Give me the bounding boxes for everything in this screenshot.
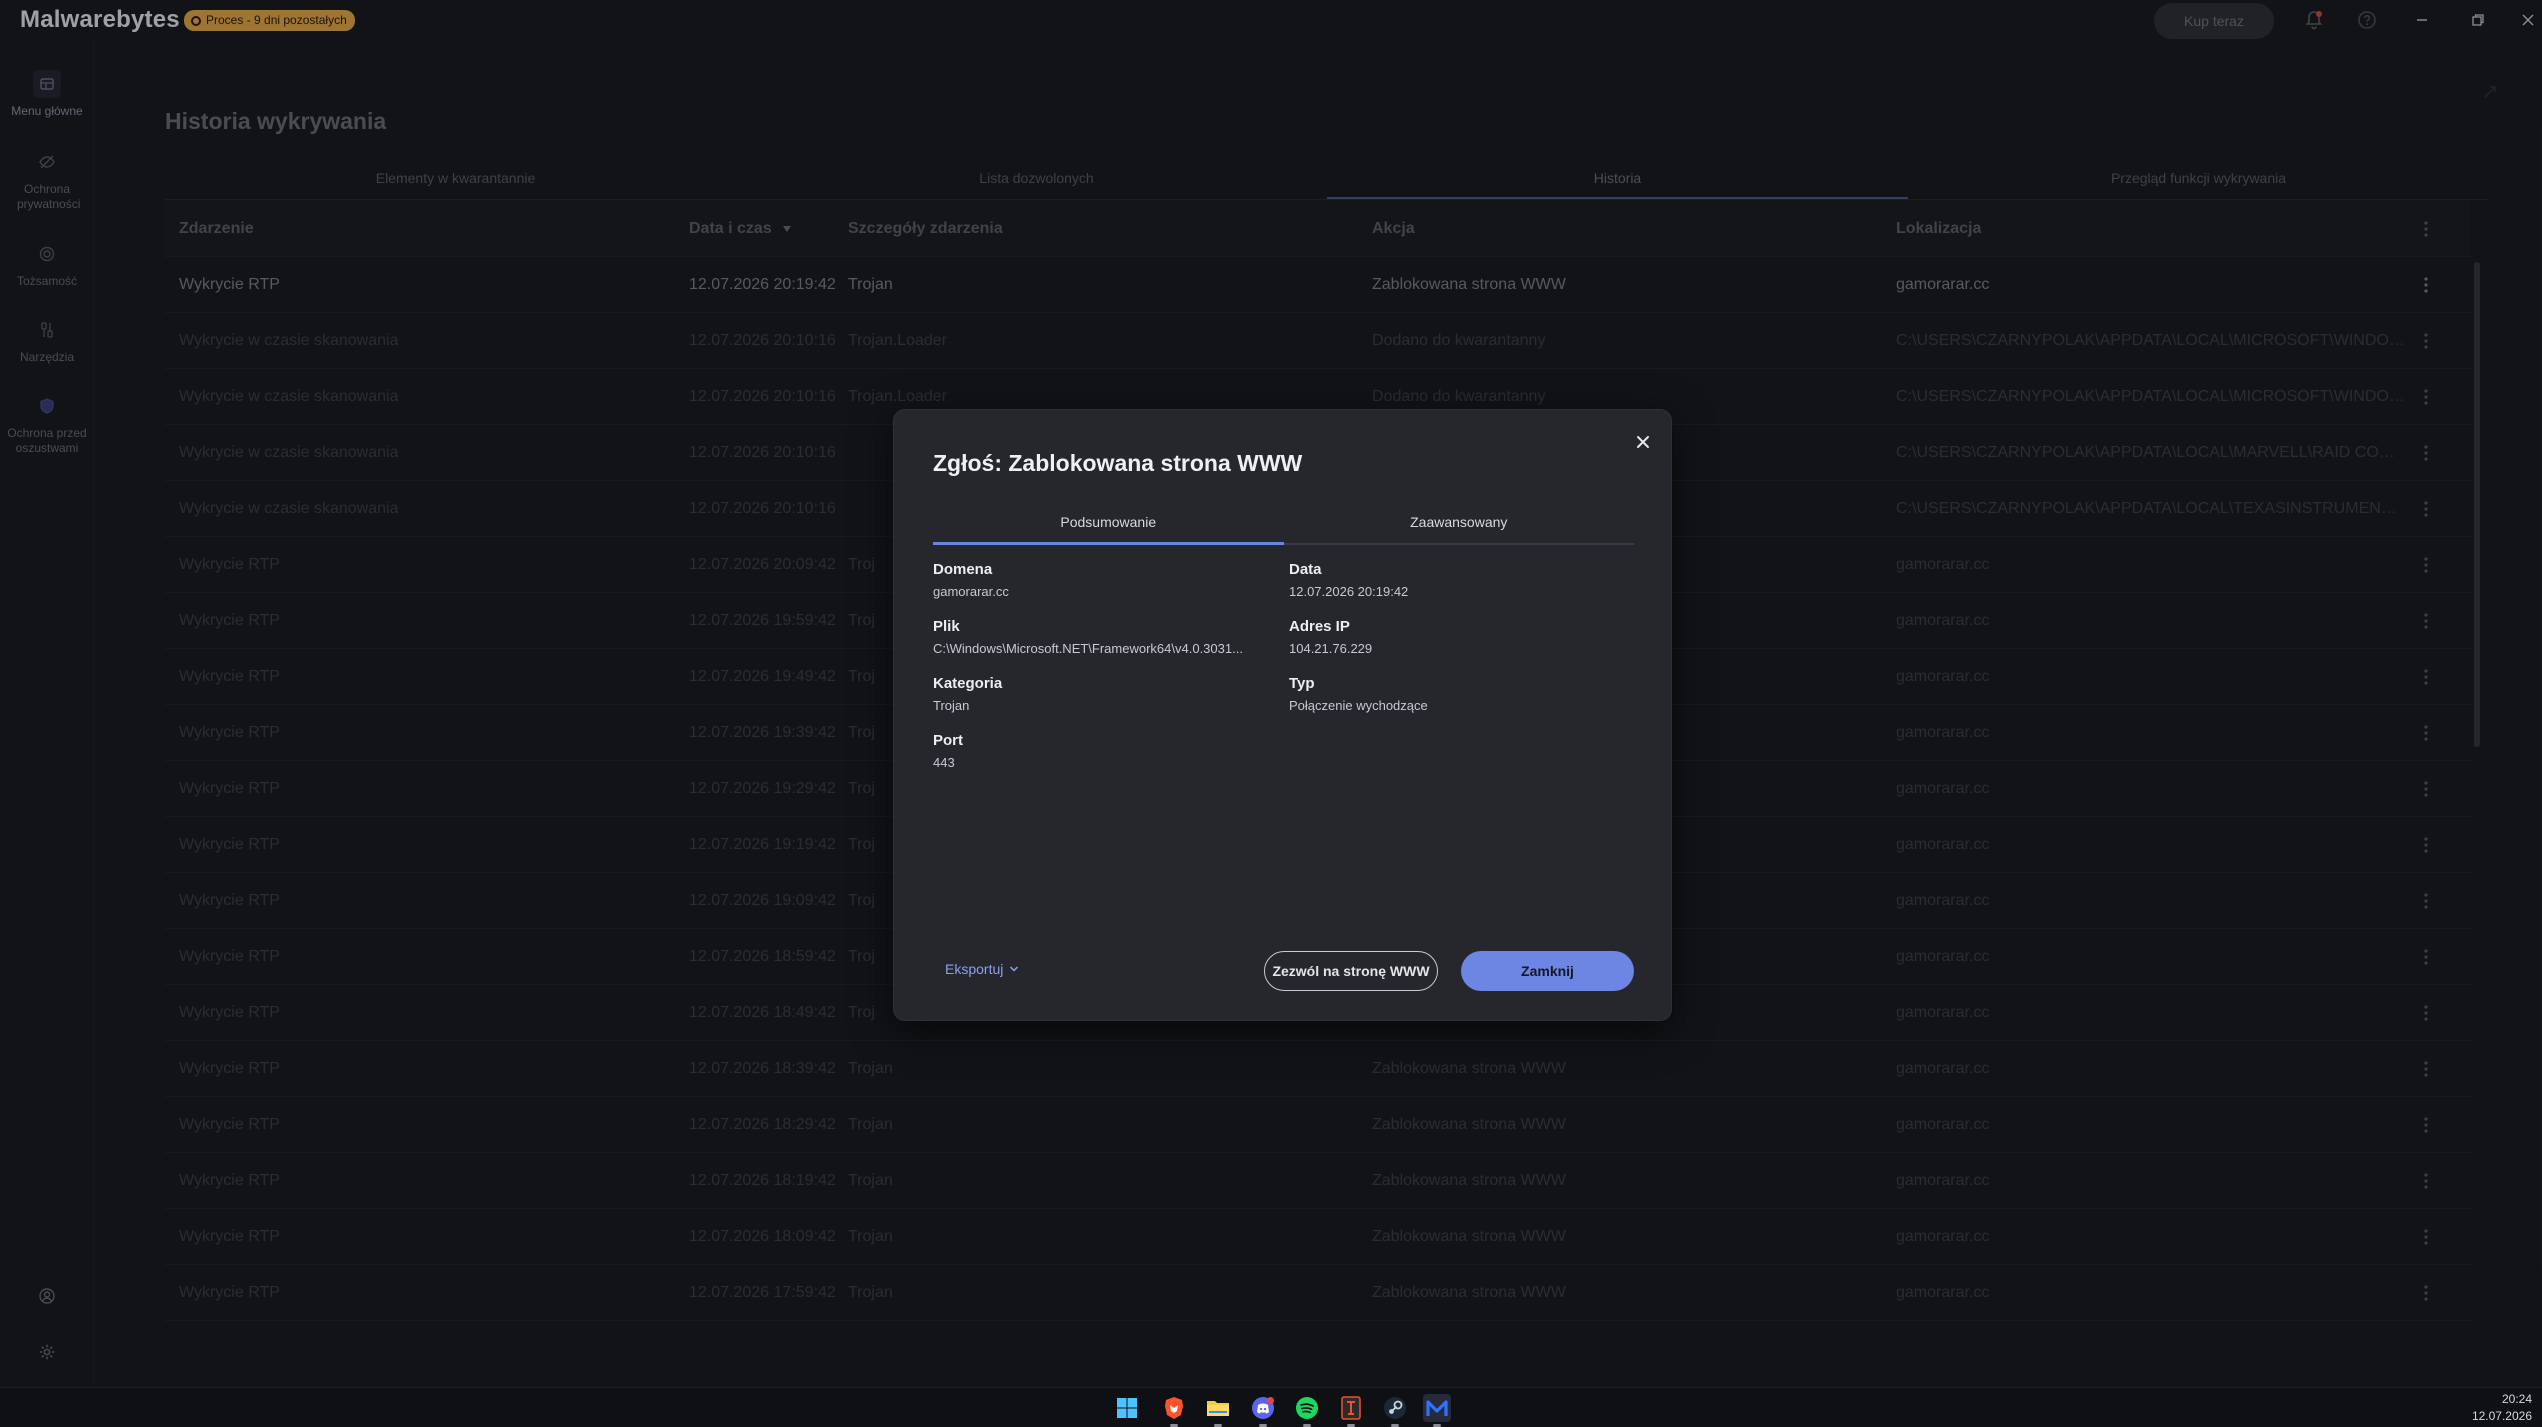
- export-label: Eksportuj: [945, 961, 1004, 977]
- file-field: Plik C:\Windows\Microsoft.NET\Framework6…: [933, 618, 1273, 656]
- clock-time: 20:24: [2501, 1392, 2532, 1406]
- steam-icon[interactable]: [1381, 1394, 1409, 1427]
- brave-browser-icon[interactable]: [1160, 1394, 1188, 1427]
- category-label: Kategoria: [933, 675, 1003, 692]
- discord-icon[interactable]: [1249, 1394, 1277, 1427]
- report-dialog: Zgłoś: Zablokowana strona WWW Podsumowan…: [893, 409, 1672, 1021]
- port-value: 443: [933, 755, 955, 770]
- windows-start-icon[interactable]: [1113, 1394, 1141, 1422]
- domain-label: Domena: [933, 561, 993, 578]
- git-icon[interactable]: [1337, 1394, 1365, 1427]
- malwarebytes-icon[interactable]: [1423, 1394, 1451, 1427]
- date-label: Data: [1289, 561, 1322, 578]
- clock-date: 12.07.2026: [2471, 1409, 2532, 1423]
- dialog-tabs: Podsumowanie Zaawansowany: [933, 504, 1634, 545]
- date-field: Data 12.07.2026 20:19:42: [1289, 561, 1629, 599]
- dialog-title: Zgłoś: Zablokowana strona WWW: [933, 450, 1303, 476]
- tab-summary[interactable]: Podsumowanie: [933, 504, 1284, 545]
- chevron-down-icon: [1010, 966, 1019, 972]
- domain-value: gamorarar.cc: [933, 584, 1009, 599]
- file-explorer-icon[interactable]: [1204, 1394, 1232, 1427]
- spotify-icon[interactable]: [1293, 1394, 1321, 1427]
- category-field: Kategoria Trojan: [933, 675, 1273, 713]
- file-value: C:\Windows\Microsoft.NET\Framework64\v4.…: [933, 641, 1243, 656]
- type-field: Typ Połączenie wychodzące: [1289, 675, 1629, 713]
- tab-advanced[interactable]: Zaawansowany: [1284, 504, 1635, 543]
- port-field: Port 443: [933, 732, 1273, 770]
- type-label: Typ: [1289, 675, 1315, 692]
- domain-field: Domena gamorarar.cc: [933, 561, 1273, 599]
- taskbar: 20:24 12.07.2026: [0, 1387, 2542, 1427]
- allow-website-button[interactable]: Zezwól na stronę WWW: [1264, 951, 1438, 991]
- category-value: Trojan: [933, 698, 970, 713]
- date-value: 12.07.2026 20:19:42: [1289, 584, 1409, 599]
- port-label: Port: [933, 732, 963, 749]
- type-value: Połączenie wychodzące: [1289, 698, 1428, 713]
- close-button[interactable]: Zamknij: [1461, 951, 1634, 991]
- system-clock[interactable]: 20:24 12.07.2026: [2462, 1391, 2532, 1425]
- dialog-close-icon[interactable]: [1629, 428, 1657, 456]
- ip-value: 104.21.76.229: [1289, 641, 1373, 656]
- export-dropdown[interactable]: Eksportuj: [945, 961, 1019, 977]
- ip-label: Adres IP: [1289, 618, 1350, 635]
- file-label: Plik: [933, 618, 960, 635]
- ip-field: Adres IP 104.21.76.229: [1289, 618, 1629, 656]
